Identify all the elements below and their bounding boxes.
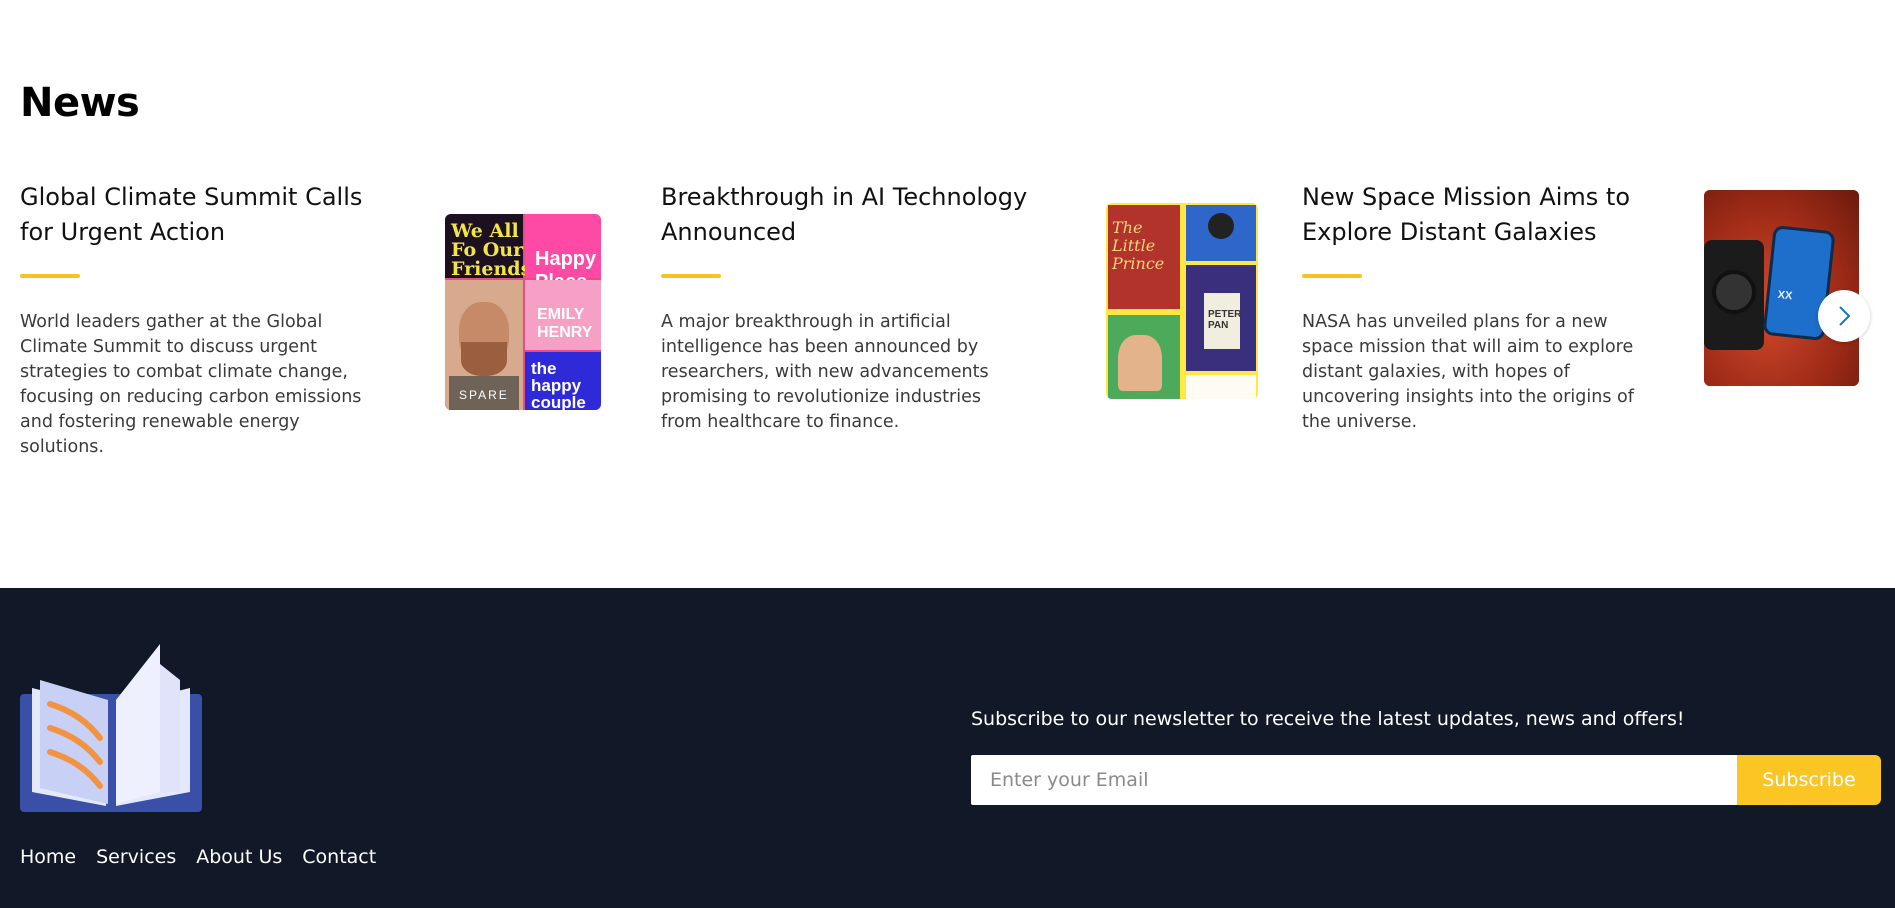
camera-lens bbox=[1712, 270, 1756, 314]
title-underline bbox=[1302, 274, 1362, 278]
footer-link-about[interactable]: About Us bbox=[196, 846, 282, 868]
news-card-title[interactable]: New Space Mission Aims to Explore Distan… bbox=[1302, 180, 1682, 250]
book-cover: PETER PAN bbox=[1186, 265, 1256, 371]
news-heading: News bbox=[20, 80, 140, 126]
news-card-image[interactable]: The Little Prince PETER PAN bbox=[1106, 203, 1258, 399]
book-cover: We All Fo Our Friends bbox=[445, 214, 531, 279]
site-footer: Home Services About Us Contact Subscribe… bbox=[0, 588, 1895, 908]
book-label: PETER PAN bbox=[1204, 293, 1241, 349]
book-cover: The Little Prince bbox=[1108, 205, 1180, 309]
title-underline bbox=[20, 274, 80, 278]
news-card-title[interactable]: Global Climate Summit Calls for Urgent A… bbox=[20, 180, 400, 250]
book-illustration bbox=[1208, 213, 1234, 239]
subscribe-button[interactable]: Subscribe bbox=[1737, 755, 1881, 805]
news-card-title[interactable]: Breakthrough in AI Technology Announced bbox=[661, 180, 1041, 250]
book-cover bbox=[1108, 315, 1180, 399]
news-card-body: A major breakthrough in artificial intel… bbox=[661, 312, 989, 432]
book-cover bbox=[1186, 205, 1256, 261]
news-card-text: Breakthrough in AI Technology Announced … bbox=[661, 180, 1041, 435]
newsletter-text: Subscribe to our newsletter to receive t… bbox=[971, 708, 1685, 730]
book-cover: SPARE bbox=[445, 280, 523, 410]
title-underline bbox=[661, 274, 721, 278]
footer-nav: Home Services About Us Contact bbox=[20, 846, 396, 868]
news-card-body: NASA has unveiled plans for a new space … bbox=[1302, 312, 1634, 432]
book-cover: EMILY HENRY bbox=[525, 280, 601, 350]
news-card[interactable]: New Space Mission Aims to Explore Distan… bbox=[1302, 180, 1895, 470]
open-book-icon[interactable] bbox=[20, 644, 202, 812]
footer-link-services[interactable]: Services bbox=[96, 846, 176, 868]
email-field[interactable] bbox=[971, 755, 1737, 805]
news-card-body: World leaders gather at the Global Clima… bbox=[20, 312, 362, 457]
news-card-image[interactable]: We All Fo Our Friends Happy Place SPARE … bbox=[445, 214, 601, 410]
news-card-image[interactable]: XX bbox=[1704, 190, 1859, 386]
footer-link-contact[interactable]: Contact bbox=[302, 846, 376, 868]
book-cover bbox=[1186, 375, 1256, 399]
book-cover: the happy couple bbox=[525, 352, 601, 410]
news-section: News Global Climate Summit Calls for Urg… bbox=[0, 0, 1895, 588]
book-cover: Happy Place bbox=[525, 214, 601, 293]
portrait-beard bbox=[461, 342, 507, 376]
footer-link-home[interactable]: Home bbox=[20, 846, 76, 868]
carousel-next-button[interactable] bbox=[1818, 290, 1870, 342]
news-card[interactable]: Breakthrough in AI Technology Announced … bbox=[661, 180, 1302, 470]
book-illustration bbox=[1118, 335, 1162, 391]
news-card[interactable]: Global Climate Summit Calls for Urgent A… bbox=[20, 180, 661, 470]
news-card-text: New Space Mission Aims to Explore Distan… bbox=[1302, 180, 1682, 435]
chevron-right-icon bbox=[1839, 306, 1851, 326]
news-card-text: Global Climate Summit Calls for Urgent A… bbox=[20, 180, 400, 460]
